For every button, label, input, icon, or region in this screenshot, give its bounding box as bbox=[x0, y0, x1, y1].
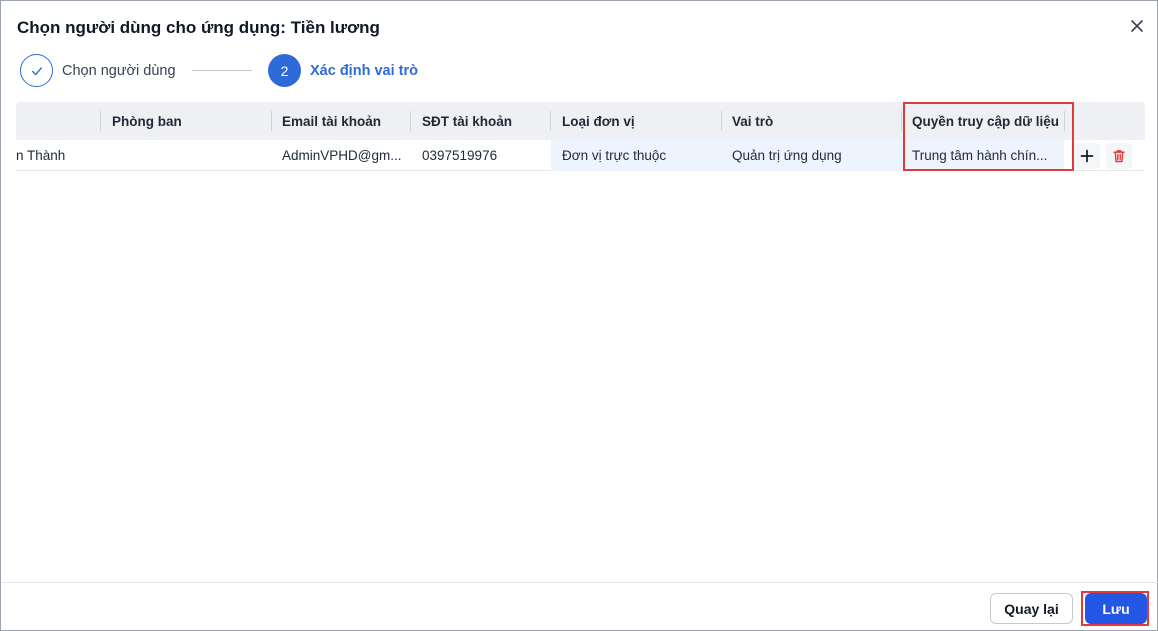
save-button[interactable]: Lưu bbox=[1085, 593, 1147, 624]
user-role-table: Phòng ban Email tài khoản SĐT tài khoản … bbox=[16, 102, 1145, 171]
dialog-footer: Quay lại Lưu bbox=[2, 582, 1158, 631]
cell-phone: 0397519976 bbox=[422, 148, 498, 163]
table-header: Phòng ban Email tài khoản SĐT tài khoản … bbox=[16, 102, 1145, 140]
table-row: n Thành AdminVPHD@gm... 0397519976 Đơn v… bbox=[16, 140, 1145, 171]
plus-icon bbox=[1080, 149, 1094, 163]
close-icon[interactable] bbox=[1127, 16, 1147, 36]
column-header-role: Vai trò bbox=[732, 113, 774, 129]
trash-icon bbox=[1113, 150, 1125, 163]
column-header-phone: SĐT tài khoản bbox=[422, 113, 513, 129]
step-number: 2 bbox=[268, 54, 301, 87]
cell-email: AdminVPHD@gm... bbox=[282, 148, 402, 163]
step-label: Chọn người dùng bbox=[62, 62, 176, 79]
delete-row-button[interactable] bbox=[1106, 143, 1132, 169]
column-header-department: Phòng ban bbox=[112, 113, 182, 129]
cell-unit-type-select[interactable]: Đơn vị trực thuộc bbox=[551, 140, 721, 171]
cell-department bbox=[101, 140, 271, 171]
step-connector bbox=[192, 70, 252, 71]
step-select-users[interactable]: Chọn người dùng bbox=[20, 54, 176, 87]
back-button[interactable]: Quay lại bbox=[990, 593, 1073, 624]
cell-role-select[interactable]: Quản trị ứng dụng bbox=[721, 140, 901, 171]
column-header-name bbox=[16, 102, 100, 140]
column-header-email: Email tài khoản bbox=[282, 113, 382, 129]
step-label: Xác định vai trò bbox=[310, 62, 418, 79]
column-header-unit-type: Loại đơn vị bbox=[562, 113, 635, 129]
check-icon bbox=[20, 54, 53, 87]
add-row-button[interactable] bbox=[1074, 143, 1100, 169]
column-header-data-access: Quyền truy cập dữ liệu bbox=[912, 113, 1060, 129]
cell-data-access-select[interactable]: Trung tâm hành chín... bbox=[901, 140, 1064, 171]
dialog: Chọn người dùng cho ứng dụng: Tiền lương… bbox=[0, 0, 1158, 631]
dialog-title: Chọn người dùng cho ứng dụng: Tiền lương bbox=[17, 18, 380, 37]
stepper: Chọn người dùng 2 Xác định vai trò bbox=[20, 54, 440, 87]
step-define-role[interactable]: 2 Xác định vai trò bbox=[268, 54, 418, 87]
cell-name: n Thành bbox=[16, 148, 66, 163]
